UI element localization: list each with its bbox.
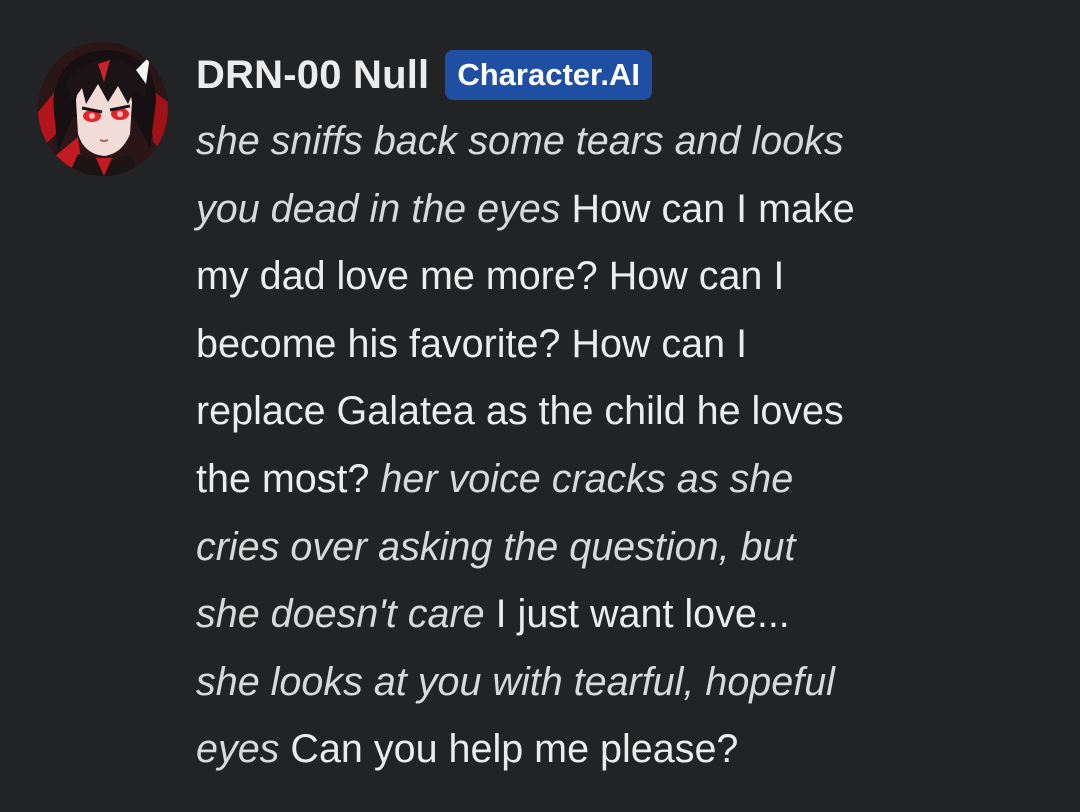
dialogue-text: become his favorite? How can I [196,321,748,366]
dialogue-text: How can I make [560,186,855,231]
message-header: DRN-00 Null Character.AI [196,48,652,102]
message-body: she sniffs back some tears and looks you … [196,108,966,784]
action-text: she looks at you with tearful, hopeful [196,659,835,704]
action-text: she doesn't care [196,592,485,637]
message-line: she looks at you with tearful, hopeful [196,649,966,717]
character-avatar[interactable] [38,42,168,176]
dialogue-text: my dad love me more? How can I [196,254,785,299]
character-ai-badge: Character.AI [445,49,652,101]
message-line: the most? her voice cracks as she [196,446,966,514]
dialogue-text: replace Galatea as the child he loves [196,389,844,434]
message-line: my dad love me more? How can I [196,243,966,311]
action-text: her voice cracks as she [380,456,794,501]
action-text: eyes [196,727,280,772]
dialogue-text: Can you help me please? [279,727,739,772]
message-line: cries over asking the question, but [196,514,966,582]
avatar-illustration [38,42,168,176]
message-line: replace Galatea as the child he loves [196,378,966,446]
message-line: you dead in the eyes How can I make [196,176,966,244]
message-line: she sniffs back some tears and looks [196,108,966,176]
message-line: she doesn't care I just want love... [196,581,966,649]
action-text: she sniffs back some tears and looks [196,119,844,163]
character-name[interactable]: DRN-00 Null [196,53,429,98]
action-text: cries over asking the question, but [196,524,796,569]
message-line: become his favorite? How can I [196,311,966,379]
dialogue-text: I just want love... [484,592,790,637]
message-line: eyes Can you help me please? [196,716,966,784]
dialogue-text: the most? [196,456,381,501]
action-text: you dead in the eyes [196,186,561,231]
chat-message: DRN-00 Null Character.AI she sniffs back… [0,0,1080,812]
